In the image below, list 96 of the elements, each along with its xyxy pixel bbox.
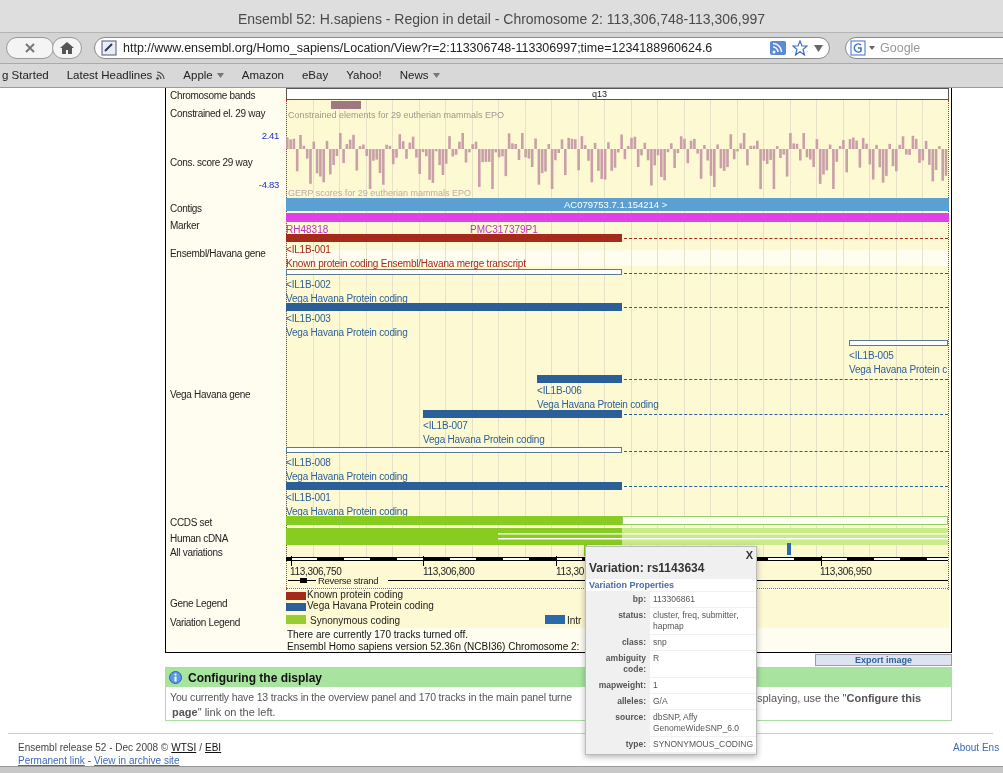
info-text: There are currently 170 tracks turned off. [287, 628, 468, 642]
transcript-name: <IL1B-007 [423, 419, 468, 433]
axis-label: 113,30 [556, 565, 585, 579]
property-value: dbSNP, Affy GenomeWideSNP_6.0 [650, 710, 756, 736]
footer-text: / [199, 741, 202, 755]
track-label: Vega Havana gene [170, 388, 251, 402]
property-value: cluster, freq, submitter, hapmap [650, 608, 756, 634]
info-text: page" link on the left. [172, 705, 276, 720]
constrained-element [331, 101, 361, 109]
footer-link[interactable]: About Ens [953, 740, 1000, 755]
transcript-caption: Vega Havana Protein coding [537, 398, 659, 412]
address-field[interactable]: http://www.ensembl.org/Homo_sapiens/Location/View?r=2:113306748-113306997;time=1234188960624.6 [94, 37, 830, 59]
transcript-caption: Vega Havana Protein coding [286, 326, 408, 340]
property-value: SYNONYMOUS_CODING [650, 737, 757, 752]
bookmark-link[interactable]: Amazon [241, 66, 284, 85]
bookmark-link[interactable]: eBay [301, 66, 329, 85]
footer-link[interactable]: Permanent link [18, 753, 85, 768]
legend-label: Vega Havana Protein coding [307, 600, 434, 611]
marker-label: PMC317379P1 [470, 223, 538, 237]
info-icon [169, 671, 182, 684]
transcript-caption: Vega Havana Protein coding [423, 433, 545, 447]
close-icon [25, 43, 35, 53]
scale-label: -4.83 [257, 178, 279, 192]
transcript-name: <IL1B-005 [849, 349, 894, 363]
axis-label: 113,306,950 [820, 565, 872, 579]
property-value: snp [650, 635, 756, 650]
page-icon [101, 40, 117, 56]
track-label: Constrained el. 29 way [170, 107, 266, 121]
property-value: 113306861 [650, 592, 756, 607]
track-caption: GERP scores for 29 eutherian mammals EPO [288, 187, 471, 200]
info-text: Ensembl Homo sapiens version 52.36n (NCBI36) Chromosome 2: [287, 640, 580, 654]
property-value: R [650, 651, 756, 677]
transcript-caption: Vega Havana Protein coding [286, 292, 408, 306]
footer-text: - [87, 754, 92, 768]
transcript-name: <IL1B-006 [537, 384, 582, 398]
track-label: Marker [170, 219, 200, 233]
track-label: Variation Legend [170, 616, 241, 630]
transcript-caption: Vega Havana Protein coding [286, 505, 408, 519]
legend-label: Synonymous coding [310, 614, 401, 628]
transcript-name: <IL1B-001 [286, 243, 331, 257]
track-label: Ensembl/Havana gene [170, 247, 266, 261]
footer-link[interactable]: EBI [205, 740, 222, 755]
close-button[interactable]: X [745, 550, 753, 561]
axis-label: 113,306,800 [423, 565, 475, 579]
strand-label: Reverse strand [318, 575, 379, 588]
variation-mark [787, 543, 791, 555]
transcript-name: <IL1B-001 [286, 491, 331, 505]
transcript-caption: Vega Havana Protein coding [286, 470, 408, 484]
track-label: Human cDNA [170, 532, 229, 546]
property-value: 1 [650, 678, 756, 693]
contig-label: AC079753.7.1.154214 > [564, 198, 668, 211]
popup-title: Variation: rs1143634 [589, 561, 706, 576]
stop-button[interactable] [6, 37, 54, 59]
track-label: All variations [170, 546, 223, 560]
track-label: Contigs [170, 202, 202, 216]
bookmark-link[interactable]: Yahoo! [346, 66, 382, 85]
legend-label: Intr [567, 614, 582, 628]
transcript-name: <IL1B-002 [286, 278, 331, 292]
axis-label: 113,306,750 [290, 565, 342, 577]
dropdown-icon [814, 44, 823, 52]
bookmark-link[interactable]: News [399, 66, 440, 85]
search-field[interactable]: Google [845, 37, 1003, 59]
bookmark-link[interactable]: Latest Headlines [66, 66, 166, 85]
export-image-button[interactable]: Export image [815, 654, 952, 666]
home-icon [60, 42, 74, 54]
property-value: G/A [650, 694, 756, 709]
dropdown-icon [216, 73, 224, 78]
track-label: Gene Legend [170, 597, 228, 611]
star-icon [792, 40, 808, 56]
transcript-caption: Known protein coding Ensembl/Havana merge transcript [286, 257, 526, 271]
transcript-name: <IL1B-008 [286, 456, 331, 470]
feed-icon [770, 41, 786, 55]
transcript-caption: Vega Havana Protein c [849, 363, 948, 377]
dropdown-icon [432, 73, 440, 78]
track-caption: Constrained elements for 29 eutherian mammals EPO [288, 109, 505, 122]
legend-label: Known protein coding [307, 589, 404, 600]
search-engine-icon [850, 40, 876, 56]
info-text: You currently have 13 tracks in the overview panel and 170 tracks in the main panel turne [170, 690, 572, 705]
strand-arrow [288, 577, 316, 584]
bookmark-link[interactable]: Apple [183, 66, 224, 85]
info-text: splaying, use the "Configure this [757, 691, 922, 706]
scale-label: 2.41 [260, 129, 279, 143]
info-box-title: Configuring the display [188, 669, 322, 687]
track-label: CCDS set [170, 516, 213, 530]
track-label: Cons. score 29 way [170, 156, 253, 170]
bookmark-link[interactable]: g Started [2, 66, 49, 85]
band-label: q13 [592, 89, 608, 99]
track-label: Chromosome bands [170, 89, 256, 103]
marker-label: RH48318 [286, 223, 329, 237]
footer-text: Ensembl release 52 - Dec 2008 © [18, 741, 169, 755]
footer-link[interactable]: View in archive site [94, 753, 180, 768]
window-title: Ensembl 52: H.sapiens - Region in detail - Chromosome 2: 113,306,748-113,306,997 [236, 10, 767, 29]
transcript-name: <IL1B-003 [286, 312, 331, 326]
popup-section-title: Variation Properties [586, 579, 756, 591]
feed-icon [156, 71, 166, 80]
footer-link[interactable]: WTSI [171, 740, 197, 755]
